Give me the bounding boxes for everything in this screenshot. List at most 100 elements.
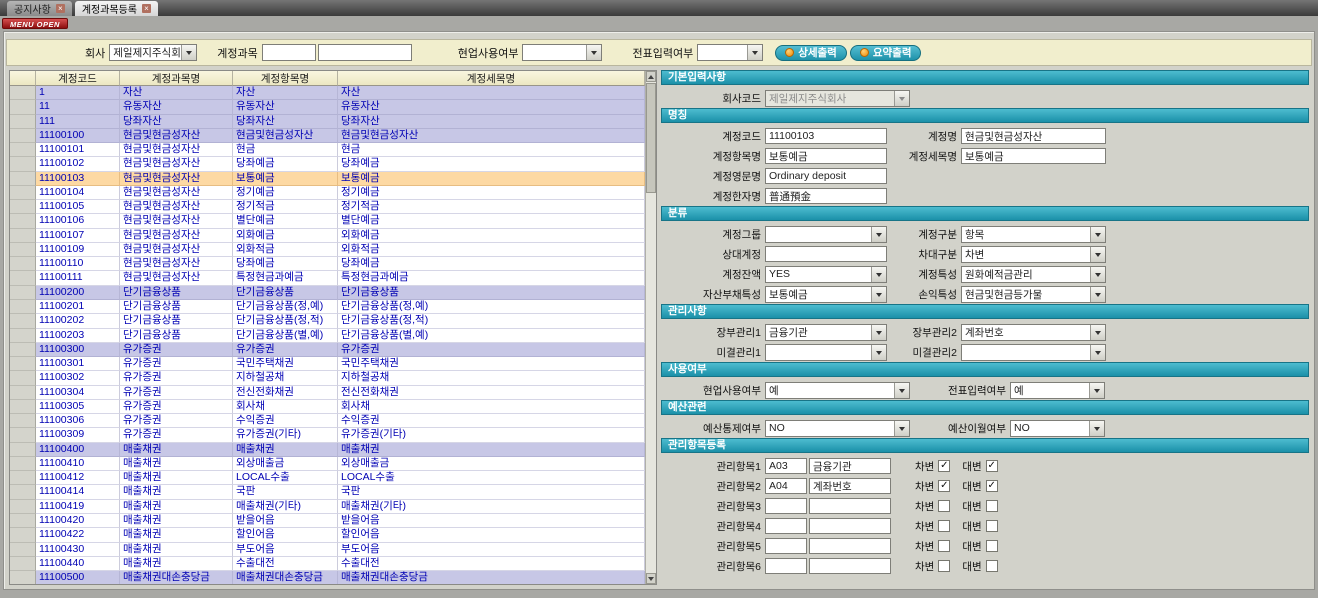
cell-code[interactable]: 11100309 <box>36 428 120 442</box>
grid-row[interactable]: 11100200 단기금융상품 단기금융상품 단기금융상품 <box>10 286 645 300</box>
cell-code[interactable]: 11100100 <box>36 129 120 143</box>
close-icon[interactable]: × <box>56 4 65 13</box>
chevron-down-icon[interactable] <box>1090 287 1105 302</box>
cell-detail[interactable]: 자산 <box>338 86 645 100</box>
cell-item[interactable]: 자산 <box>233 86 338 100</box>
cell-detail[interactable]: 국민주택채권 <box>338 357 645 371</box>
cell-item[interactable]: 현금 <box>233 143 338 157</box>
cell-code[interactable]: 11100201 <box>36 300 120 314</box>
grid-row[interactable]: 11100106 현금및현금성자산 별단예금 별단예금 <box>10 214 645 228</box>
use1-select[interactable]: 예 <box>765 382 910 399</box>
cell-code[interactable]: 11100106 <box>36 214 120 228</box>
row-selector[interactable] <box>10 485 36 499</box>
acct-hanja-input[interactable] <box>765 188 887 204</box>
cell-code[interactable]: 11100101 <box>36 143 120 157</box>
grid-row[interactable]: 11100103 현금및현금성자산 보통예금 보통예금 <box>10 172 645 186</box>
row-selector[interactable] <box>10 200 36 214</box>
row-selector[interactable] <box>10 500 36 514</box>
grid-row[interactable]: 1 자산 자산 자산 <box>10 86 645 100</box>
row-selector[interactable] <box>10 329 36 343</box>
row-selector[interactable] <box>10 129 36 143</box>
acct-name-input[interactable] <box>961 128 1106 144</box>
balance-select[interactable]: YES <box>765 266 887 283</box>
cell-detail[interactable]: 전신전화채권 <box>338 386 645 400</box>
mgmt-item-code-input[interactable] <box>765 518 807 534</box>
grid-row[interactable]: 11100400 매출채권 매출채권 매출채권 <box>10 443 645 457</box>
cell-code[interactable]: 111 <box>36 115 120 129</box>
cell-name[interactable]: 매출채권 <box>120 543 233 557</box>
cell-item[interactable]: 유가증권(기타) <box>233 428 338 442</box>
row-selector[interactable] <box>10 543 36 557</box>
cell-name[interactable]: 현금및현금성자산 <box>120 271 233 285</box>
cell-name[interactable]: 매출채권대손충당금 <box>120 571 233 585</box>
mgmt-item-code-input[interactable] <box>765 538 807 554</box>
account-code-input[interactable] <box>262 44 316 61</box>
cell-item[interactable]: 매출채권 <box>233 443 338 457</box>
row-selector[interactable] <box>10 314 36 328</box>
mgmt-item-name-input[interactable] <box>809 478 891 494</box>
mgmt-item-name-input[interactable] <box>809 498 891 514</box>
row-selector[interactable] <box>10 386 36 400</box>
chevron-down-icon[interactable] <box>894 421 909 436</box>
chevron-down-icon[interactable] <box>1090 247 1105 262</box>
cell-name[interactable]: 유가증권 <box>120 371 233 385</box>
cell-detail[interactable]: 부도어음 <box>338 543 645 557</box>
cell-item[interactable]: 외화예금 <box>233 229 338 243</box>
debit-checkbox[interactable] <box>938 540 950 552</box>
chevron-down-icon[interactable] <box>871 227 886 242</box>
row-selector[interactable] <box>10 300 36 314</box>
row-selector[interactable] <box>10 257 36 271</box>
cell-detail[interactable]: 할인어음 <box>338 528 645 542</box>
cell-item[interactable]: 유동자산 <box>233 100 338 114</box>
grid-row[interactable]: 11100202 단기금융상품 단기금융상품(정,적) 단기금융상품(정,적) <box>10 314 645 328</box>
acct-code-input[interactable] <box>765 128 887 144</box>
debit-checkbox[interactable] <box>938 480 950 492</box>
mgmt-item-code-input[interactable] <box>765 458 807 474</box>
cell-detail[interactable]: 별단예금 <box>338 214 645 228</box>
cell-code[interactable]: 11100422 <box>36 528 120 542</box>
cell-name[interactable]: 현금및현금성자산 <box>120 143 233 157</box>
chevron-down-icon[interactable] <box>871 267 886 282</box>
row-selector[interactable] <box>10 443 36 457</box>
row-selector[interactable] <box>10 214 36 228</box>
credit-checkbox[interactable] <box>986 540 998 552</box>
budget1-select[interactable]: NO <box>765 420 910 437</box>
cell-code[interactable]: 11100103 <box>36 172 120 186</box>
cell-item[interactable]: LOCAL수출 <box>233 471 338 485</box>
budget2-select[interactable]: NO <box>1010 420 1105 437</box>
grid-row[interactable]: 11100419 매출채권 매출채권(기타) 매출채권(기타) <box>10 500 645 514</box>
grid-row[interactable]: 11100440 매출채권 수출대전 수출대전 <box>10 557 645 571</box>
row-selector[interactable] <box>10 243 36 257</box>
acct-detail-input[interactable] <box>961 148 1106 164</box>
grid-row[interactable]: 11100109 현금및현금성자산 외화적금 외화적금 <box>10 243 645 257</box>
cell-detail[interactable]: 매출채권대손충당금 <box>338 571 645 585</box>
credit-checkbox[interactable] <box>986 460 998 472</box>
cell-item[interactable]: 단기금융상품(정,적) <box>233 314 338 328</box>
cell-code[interactable]: 11100102 <box>36 157 120 171</box>
cell-item[interactable]: 수출대전 <box>233 557 338 571</box>
cell-detail[interactable]: 단기금융상품 <box>338 286 645 300</box>
mgmt-item-code-input[interactable] <box>765 498 807 514</box>
cell-code[interactable]: 11100420 <box>36 514 120 528</box>
row-selector[interactable] <box>10 514 36 528</box>
tab-account-registration[interactable]: 계정과목등록 × <box>75 1 158 16</box>
cell-detail[interactable]: 매출채권 <box>338 443 645 457</box>
row-selector[interactable] <box>10 471 36 485</box>
grid-row[interactable]: 11100430 매출채권 부도어음 부도어음 <box>10 543 645 557</box>
cell-item[interactable]: 당좌자산 <box>233 115 338 129</box>
cell-item[interactable]: 별단예금 <box>233 214 338 228</box>
cell-item[interactable]: 단기금융상품(별,예) <box>233 329 338 343</box>
cell-name[interactable]: 현금및현금성자산 <box>120 214 233 228</box>
cell-detail[interactable]: 받을어음 <box>338 514 645 528</box>
grid-row[interactable]: 11100101 현금및현금성자산 현금 현금 <box>10 143 645 157</box>
mgmt-item-name-input[interactable] <box>809 518 891 534</box>
cell-name[interactable]: 단기금융상품 <box>120 300 233 314</box>
cell-item[interactable]: 당좌예금 <box>233 157 338 171</box>
row-selector[interactable] <box>10 557 36 571</box>
book1-select[interactable]: 금융기관 <box>765 324 887 341</box>
chevron-down-icon[interactable] <box>1089 421 1104 436</box>
grid-row[interactable]: 11100100 현금및현금성자산 현금및현금성자산 현금및현금성자산 <box>10 129 645 143</box>
credit-checkbox[interactable] <box>986 520 998 532</box>
chevron-down-icon[interactable] <box>894 383 909 398</box>
cell-detail[interactable]: 정기적금 <box>338 200 645 214</box>
